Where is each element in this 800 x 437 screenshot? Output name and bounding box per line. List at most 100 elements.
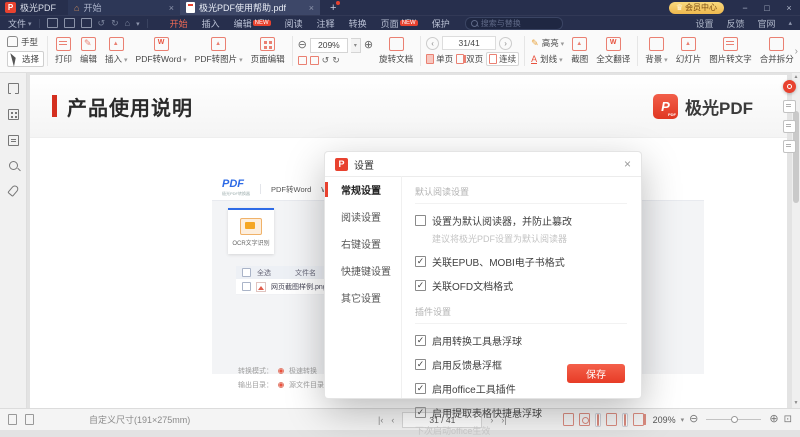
new-tab-button[interactable]: + xyxy=(330,2,340,14)
hand-tool-button[interactable]: 手型 xyxy=(7,36,44,48)
nav-reading-settings[interactable]: 阅读设置 xyxy=(325,203,401,230)
thumbnails-icon[interactable] xyxy=(8,109,19,120)
ribbon-tab-protect[interactable]: 保护 xyxy=(425,17,457,30)
scroll-down-icon[interactable]: ▼ xyxy=(792,399,800,408)
assistant-float-icon[interactable] xyxy=(783,80,796,93)
tab-home[interactable]: ⌂ 开始 × xyxy=(68,0,180,15)
ribbon-tab-convert[interactable]: 转换 xyxy=(342,17,374,30)
edit-button[interactable]: 编辑 xyxy=(76,37,101,65)
save-icon[interactable] xyxy=(64,18,75,28)
status-zoom-value[interactable]: 209% xyxy=(653,415,676,425)
view-book-icon[interactable] xyxy=(633,413,644,426)
file-menu[interactable]: 文件 xyxy=(8,17,32,30)
print-icon[interactable] xyxy=(81,18,92,28)
minimize-button[interactable]: − xyxy=(734,3,756,13)
rotate-right-icon[interactable]: ↻ xyxy=(332,56,340,65)
ribbon-tab-start[interactable]: 开始 xyxy=(163,17,195,30)
zoom-dropdown-icon[interactable]: ▾ xyxy=(351,38,361,53)
insert-button[interactable]: 插入 xyxy=(101,37,131,65)
ribbon-tab-edit[interactable]: 编辑NEW xyxy=(227,17,278,30)
open-icon[interactable] xyxy=(47,18,58,28)
collapse-ribbon-icon[interactable]: ▴ xyxy=(788,19,792,27)
translate-button[interactable]: 全文翻译 xyxy=(592,37,634,65)
feedback-float-icon[interactable] xyxy=(783,100,796,113)
search-icon[interactable] xyxy=(9,161,18,170)
zoom-slider-knob[interactable] xyxy=(731,416,738,423)
close-button[interactable]: × xyxy=(778,3,800,13)
zoom-out-icon[interactable]: ⊖ xyxy=(298,40,307,51)
fit-width-icon[interactable] xyxy=(298,56,307,65)
checkbox-icon[interactable]: ✓ xyxy=(415,280,426,291)
double-page-button[interactable]: 双页 xyxy=(456,53,483,65)
settings-link[interactable]: 设置 xyxy=(695,17,713,30)
attachment-icon[interactable] xyxy=(7,184,19,197)
rotate-left-icon[interactable]: ↺ xyxy=(322,56,330,65)
checkbox-row[interactable]: 设置为默认阅读器，并防止篡改 xyxy=(415,213,627,228)
toolbar-overflow-icon[interactable]: › xyxy=(795,46,798,57)
checkbox-icon[interactable]: ✓ xyxy=(415,335,426,346)
window-float-icon[interactable] xyxy=(783,120,796,133)
checkbox-row[interactable]: ✓ 关联EPUB、MOBI电子书格式 xyxy=(415,254,627,269)
checkbox-icon[interactable]: ✓ xyxy=(415,256,426,267)
highlight-button[interactable]: ✎高亮 xyxy=(531,37,564,49)
tab-document[interactable]: 极光PDF使用帮助.pdf × xyxy=(180,0,320,15)
nav-shortcut-settings[interactable]: 快捷键设置 xyxy=(325,257,401,284)
zoom-level-value[interactable]: 209% xyxy=(310,38,348,53)
tab-document-close-icon[interactable]: × xyxy=(309,3,314,13)
save-button[interactable]: 保存 xyxy=(567,364,625,383)
home-icon[interactable]: ⌂ xyxy=(125,19,130,27)
print-button[interactable]: 打印 xyxy=(51,37,76,65)
fullscreen-icon[interactable]: ⊡ xyxy=(784,414,792,425)
checkbox-icon[interactable]: ✓ xyxy=(415,383,426,394)
comments-icon[interactable] xyxy=(8,135,19,146)
next-page-icon[interactable]: › xyxy=(499,37,512,50)
ribbon-tab-insert[interactable]: 插入 xyxy=(195,17,227,30)
undo-icon[interactable]: ↺ xyxy=(98,19,106,27)
nav-other-settings[interactable]: 其它设置 xyxy=(325,284,401,311)
zoom-dropdown-icon[interactable]: ▾ xyxy=(681,416,685,424)
previous-page-icon[interactable]: ‹ xyxy=(391,415,394,425)
fit-page-icon[interactable] xyxy=(310,56,319,65)
checkbox-icon[interactable]: ✓ xyxy=(415,407,426,418)
continuous-button[interactable]: 连续 xyxy=(486,52,519,66)
page-number-field[interactable]: 31/41 xyxy=(442,36,496,50)
website-link[interactable]: 官网 xyxy=(757,17,775,30)
zoom-slider[interactable] xyxy=(706,419,761,420)
image-to-text-button[interactable]: 图片转文字 xyxy=(705,37,756,65)
screenshot-button[interactable]: 截图 xyxy=(567,37,592,65)
previous-page-icon[interactable]: ‹ xyxy=(426,37,439,50)
select-tool-button[interactable]: 选择 xyxy=(7,51,44,67)
ribbon-tab-page[interactable]: 页面NEW xyxy=(374,17,425,30)
checkbox-icon[interactable] xyxy=(415,215,426,226)
maximize-button[interactable]: □ xyxy=(756,3,778,13)
tab-home-close-icon[interactable]: × xyxy=(169,3,174,13)
pdf-to-image-button[interactable]: PDF转图片 xyxy=(191,37,247,65)
checkbox-icon[interactable]: ✓ xyxy=(415,359,426,370)
zoom-in-icon[interactable]: ⊕ xyxy=(769,414,778,425)
underline-button[interactable]: A划线 xyxy=(531,53,564,65)
first-page-icon[interactable]: |‹ xyxy=(378,415,383,425)
zoom-in-icon[interactable]: ⊕ xyxy=(364,40,373,51)
checkbox-row[interactable]: ✓ 关联OFD文档格式 xyxy=(415,278,627,293)
checkbox-row[interactable]: ✓ 启用转换工具悬浮球 xyxy=(415,333,627,348)
zoom-out-icon[interactable]: ⊖ xyxy=(689,414,698,425)
slideshow-button[interactable]: 幻灯片 xyxy=(672,37,706,65)
merge-split-button[interactable]: 合并拆分 xyxy=(756,37,798,65)
bookmarks-icon[interactable] xyxy=(8,83,19,94)
redo-icon[interactable]: ↻ xyxy=(111,19,119,27)
page-size-icon[interactable] xyxy=(8,414,17,425)
page-size-icon-2[interactable] xyxy=(25,414,34,425)
checkbox-row[interactable]: ✓ 启用office工具插件 xyxy=(415,381,627,396)
member-center-button[interactable]: ♛ 会员中心 xyxy=(669,2,724,14)
search-replace-input[interactable]: 搜索与替换 xyxy=(465,17,563,30)
rotate-document-button[interactable]: 旋转文档 xyxy=(375,37,417,65)
pdf-to-word-button[interactable]: PDF转Word xyxy=(132,37,191,65)
dialog-close-icon[interactable]: × xyxy=(624,157,631,171)
single-page-button[interactable]: 单页 xyxy=(426,53,453,65)
ribbon-tab-annotate[interactable]: 注释 xyxy=(310,17,342,30)
background-button[interactable]: 背景 xyxy=(641,37,671,65)
feedback-link[interactable]: 反馈 xyxy=(726,17,744,30)
page-edit-button[interactable]: 页面编辑 xyxy=(247,37,289,65)
checkbox-row[interactable]: ✓ 启用提取表格快捷悬浮球 xyxy=(415,405,627,420)
chevron-down-icon[interactable] xyxy=(136,18,140,28)
